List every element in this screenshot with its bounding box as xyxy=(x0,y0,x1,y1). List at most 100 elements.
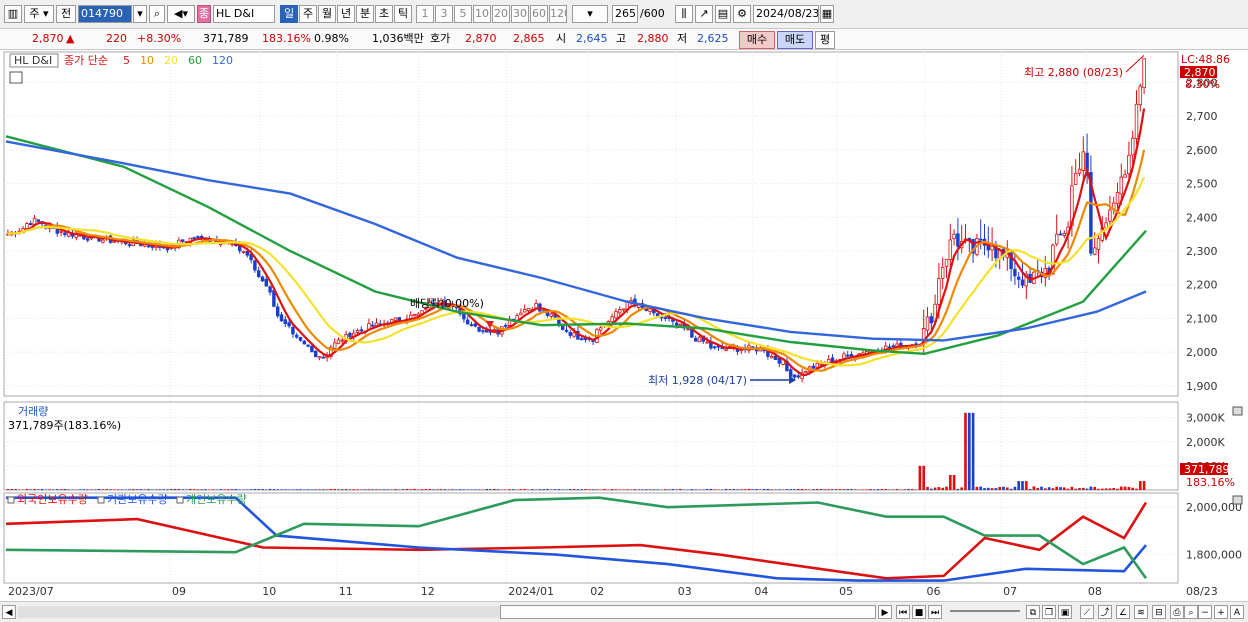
chart-menu-icon[interactable]: ▥ xyxy=(4,5,22,23)
font-size-icon[interactable]: A xyxy=(1230,605,1244,619)
interval-button-6[interactable]: 틱 xyxy=(394,5,412,23)
period-unit-select[interactable]: 주 ▾ xyxy=(24,5,54,23)
volume-bar xyxy=(698,489,701,490)
interval-button-1[interactable]: 주 xyxy=(299,5,317,23)
volume-bar xyxy=(178,489,181,490)
interval-button-3[interactable]: 년 xyxy=(337,5,355,23)
candle-body xyxy=(679,324,682,325)
camera-icon[interactable]: ⎙ xyxy=(1170,605,1184,619)
volume-bar xyxy=(7,489,10,490)
minute-button-1[interactable]: 1 xyxy=(416,5,434,23)
scroll-track[interactable] xyxy=(18,606,500,618)
volume-bar xyxy=(1036,488,1039,490)
scroll-first-icon[interactable]: ⏮ xyxy=(896,605,910,619)
volume-bar xyxy=(523,489,526,490)
candle-body xyxy=(1021,280,1024,285)
zoom-out-icon[interactable]: − xyxy=(1198,605,1212,619)
candle-body xyxy=(622,309,625,310)
x-tick-label: 2024/01 xyxy=(508,585,554,598)
volume-bar xyxy=(558,489,561,490)
date-input[interactable]: 2024/08/23 xyxy=(753,5,819,23)
screen-tool-icon[interactable]: ⊟ xyxy=(1152,605,1166,619)
search-icon[interactable]: ⌕ xyxy=(149,5,165,23)
calendar-icon[interactable]: ▦ xyxy=(820,5,834,23)
minute-button-20[interactable]: 20 xyxy=(492,5,510,23)
stop-icon[interactable]: ■ xyxy=(912,605,926,619)
low-label: 저 xyxy=(677,31,687,47)
copy-icon[interactable]: ❐ xyxy=(1042,605,1056,619)
prev-button[interactable]: 전 xyxy=(56,5,76,23)
volume-bar xyxy=(273,489,276,490)
interval-button-0[interactable]: 일 xyxy=(280,5,298,23)
custom-interval-select[interactable]: ▾ xyxy=(572,5,608,23)
minute-button-30[interactable]: 30 xyxy=(511,5,529,23)
volume-bar xyxy=(128,489,131,490)
volume-bar xyxy=(223,489,226,490)
trend-tool-icon[interactable]: ⤴ xyxy=(1098,605,1112,619)
volume-bar xyxy=(801,489,804,490)
holding-panel-close-icon[interactable] xyxy=(1233,496,1242,504)
volume-bar xyxy=(710,489,713,490)
scroll-right-icon[interactable]: ▶ xyxy=(878,605,892,619)
candle-type-icon[interactable]: ⫼ xyxy=(675,5,693,23)
line-tool-icon[interactable]: ⟋ xyxy=(1080,605,1094,619)
angle-tool-icon[interactable]: ∠ xyxy=(1116,605,1130,619)
candle-body xyxy=(535,303,538,307)
volume-bar xyxy=(254,489,257,490)
scroll-last-icon[interactable]: ⏭ xyxy=(928,605,942,619)
count-input[interactable]: 265 xyxy=(612,5,638,23)
sell-button[interactable]: 매도 xyxy=(777,31,813,49)
volume-bar xyxy=(1029,489,1032,490)
volume-bar xyxy=(717,489,720,490)
interval-button-4[interactable]: 분 xyxy=(356,5,374,23)
save-icon[interactable]: ▤ xyxy=(715,5,731,23)
candle-body xyxy=(573,333,576,336)
volume-bar xyxy=(117,489,120,490)
volume-bar xyxy=(641,489,644,490)
price-tick-label: 2,300 xyxy=(1186,245,1218,258)
zoom-in-icon[interactable]: + xyxy=(1214,605,1228,619)
candle-body xyxy=(599,328,602,330)
volume-panel-close-icon[interactable] xyxy=(1233,407,1242,415)
minute-button-3[interactable]: 3 xyxy=(435,5,453,23)
minute-button-120[interactable]: 120 xyxy=(549,5,567,23)
volume-bar xyxy=(1052,488,1055,490)
table-toggle-icon[interactable] xyxy=(10,72,22,83)
layout-icon[interactable]: ⧉ xyxy=(1026,605,1040,619)
volume-bar xyxy=(1143,481,1146,490)
eval-button[interactable]: 평 xyxy=(815,31,835,49)
zoom-search-icon[interactable]: ⌕ xyxy=(1184,605,1198,619)
candle-body xyxy=(337,340,340,344)
corner-label: LC:48.86 xyxy=(1181,53,1230,66)
sound-icon[interactable]: ◀▾ xyxy=(167,5,195,23)
zoom-slider[interactable] xyxy=(950,610,1020,612)
split-icon[interactable]: ▣ xyxy=(1058,605,1072,619)
scroll-left-icon[interactable]: ◀ xyxy=(2,605,16,619)
interval-button-2[interactable]: 월 xyxy=(318,5,336,23)
volume-bar xyxy=(200,489,203,490)
bottom-scrollbar[interactable]: ◀ ▶ ⏮ ■ ⏭ ⧉ ❐ ▣ ⟋ ⤴ ∠ ≋ ⊟ ⎙ ⌕ − + A xyxy=(0,601,1248,622)
candle-body xyxy=(284,320,287,324)
candle-body xyxy=(569,332,572,335)
x-tick-label: 04 xyxy=(754,585,768,598)
candle-body xyxy=(257,271,260,277)
fib-tool-icon[interactable]: ≋ xyxy=(1134,605,1148,619)
candle-body xyxy=(242,251,245,252)
stock-code-dropdown-icon[interactable]: ▾ xyxy=(133,5,147,23)
volume-bar xyxy=(231,489,234,490)
draw-tool-icon[interactable]: ↗ xyxy=(695,5,713,23)
scroll-thumb[interactable] xyxy=(500,605,876,619)
stock-name-field[interactable]: HL D&I xyxy=(213,5,275,23)
settings-gear-icon[interactable]: ⚙ xyxy=(733,5,751,23)
buy-button[interactable]: 매수 xyxy=(739,31,775,49)
stock-code-input[interactable]: 014790 xyxy=(78,5,132,23)
stock-chart[interactable]: 2,8002,7002,6002,5002,4002,3002,2002,100… xyxy=(0,50,1248,600)
volume-bar xyxy=(341,489,344,490)
candle-body xyxy=(1074,173,1077,184)
volume-bar xyxy=(219,489,222,490)
minute-button-10[interactable]: 10 xyxy=(473,5,491,23)
minute-button-5[interactable]: 5 xyxy=(454,5,472,23)
minute-button-60[interactable]: 60 xyxy=(530,5,548,23)
interval-button-5[interactable]: 초 xyxy=(375,5,393,23)
candle-body xyxy=(504,325,507,326)
